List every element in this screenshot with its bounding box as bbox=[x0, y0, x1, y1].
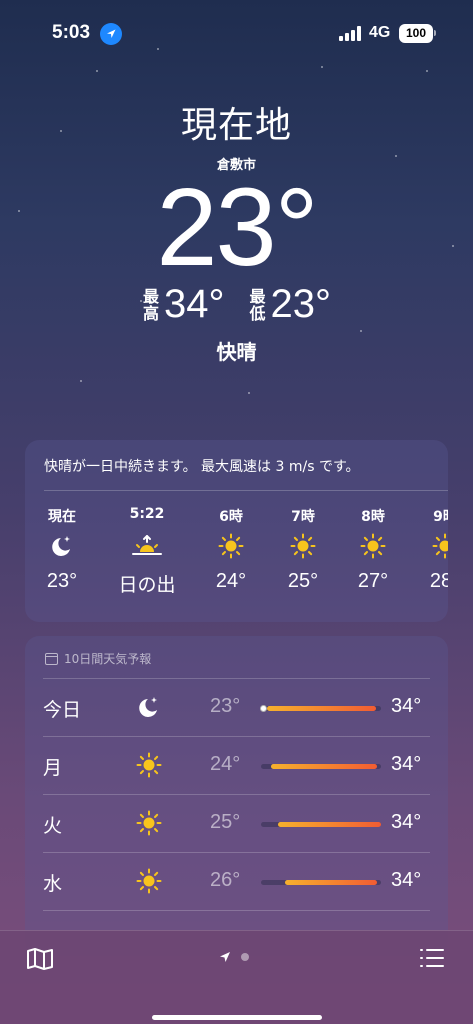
hour-label: 現在 bbox=[48, 509, 76, 525]
hour-label: 6時 bbox=[219, 509, 243, 525]
day-name: 水 bbox=[43, 873, 63, 895]
hourly-item: 8時 27° bbox=[337, 506, 409, 593]
cellular-signal-icon bbox=[339, 26, 363, 41]
sun-icon bbox=[133, 865, 165, 897]
temp-range-fill bbox=[267, 706, 377, 711]
high-temp-group: 最高 34° bbox=[142, 282, 225, 327]
hour-temp: 27° bbox=[357, 570, 389, 592]
map-icon[interactable] bbox=[26, 947, 54, 971]
hour-label: 8時 bbox=[361, 509, 385, 525]
home-indicator[interactable] bbox=[152, 1015, 322, 1020]
ten-day-title: 10日間天気予報 bbox=[64, 652, 152, 666]
current-temperature: 23° bbox=[156, 166, 318, 289]
hourly-forecast-card[interactable]: 快晴が一日中続きます。 最大風速は 3 m/s です。 現在 23° 5:22 … bbox=[25, 440, 448, 622]
day-name: 火 bbox=[43, 815, 63, 837]
sun-icon bbox=[133, 807, 165, 839]
hour-label: 7時 bbox=[291, 509, 315, 525]
moon-star-icon bbox=[133, 691, 165, 723]
ten-day-header: 10日間天気予報 bbox=[45, 650, 151, 667]
day-low-temp: 26° bbox=[210, 869, 241, 891]
day-name: 今日 bbox=[43, 699, 82, 721]
page-dot bbox=[241, 953, 249, 961]
list-icon[interactable] bbox=[419, 947, 445, 969]
weather-condition: 快晴 bbox=[216, 340, 257, 364]
calendar-icon bbox=[45, 652, 58, 665]
high-temperature: 34° bbox=[164, 282, 225, 326]
hourly-item: 6時 24° bbox=[195, 506, 267, 593]
hour-temp: 23° bbox=[46, 570, 78, 592]
daily-row[interactable]: 水 26° 34° bbox=[25, 853, 448, 911]
battery-cap bbox=[434, 30, 436, 36]
row-divider bbox=[43, 910, 430, 911]
day-high-temp: 34° bbox=[391, 753, 422, 775]
hour-temp: 25° bbox=[287, 570, 319, 592]
hour-temp: 日の出 bbox=[118, 574, 176, 596]
temp-range-fill bbox=[270, 764, 378, 769]
battery-icon: 100 bbox=[399, 24, 433, 43]
day-low-temp: 24° bbox=[210, 753, 241, 775]
day-name: 月 bbox=[43, 757, 63, 779]
hourly-item: 7時 25° bbox=[267, 506, 339, 593]
high-label: 最高 bbox=[142, 286, 159, 323]
temp-range-bar bbox=[261, 764, 381, 769]
bottom-toolbar bbox=[0, 930, 473, 1024]
hour-label: 5:22 bbox=[129, 506, 165, 522]
day-high-temp: 34° bbox=[391, 811, 422, 833]
daily-row[interactable]: 今日 23° 34° bbox=[25, 679, 448, 737]
hour-label: 9時 bbox=[433, 509, 448, 525]
temp-range-bar bbox=[260, 705, 381, 712]
hourly-item: 9時 28° bbox=[409, 506, 448, 593]
temp-range-fill bbox=[277, 822, 381, 827]
temp-range-bar bbox=[261, 822, 381, 827]
status-time: 5:03 bbox=[52, 22, 91, 43]
daily-row[interactable]: 火 25° 34° bbox=[25, 795, 448, 853]
current-weather-header: 現在地 倉敷市 23° 最高 34° 最低 23° 快晴 bbox=[0, 96, 473, 364]
status-bar: 5:03 4G 100 bbox=[0, 22, 473, 48]
hour-temp: 28° bbox=[429, 570, 448, 592]
forecast-summary: 快晴が一日中続きます。 最大風速は 3 m/s です。 bbox=[44, 459, 360, 475]
sun-icon bbox=[337, 526, 409, 566]
day-high-temp: 34° bbox=[391, 869, 422, 891]
sun-icon bbox=[409, 526, 448, 566]
sunrise-icon bbox=[111, 526, 183, 566]
network-type: 4G bbox=[369, 24, 391, 41]
location-arrow-icon bbox=[100, 23, 122, 45]
moon-star-icon bbox=[26, 526, 98, 566]
sun-icon bbox=[133, 749, 165, 781]
ten-day-forecast-card[interactable]: 10日間天気予報 今日 23° 34° 月 24° 34° 火 25° 34° … bbox=[25, 636, 448, 956]
location-name: 現在地 bbox=[180, 105, 292, 146]
low-label: 最低 bbox=[249, 286, 266, 323]
low-temperature: 23° bbox=[270, 282, 332, 326]
sun-icon bbox=[195, 526, 267, 566]
sun-icon bbox=[267, 526, 339, 566]
hourly-item: 現在 23° bbox=[26, 506, 98, 593]
day-low-temp: 23° bbox=[210, 695, 241, 717]
current-temp-dot bbox=[260, 705, 268, 712]
hourly-item: 5:22 日の出 bbox=[111, 506, 183, 597]
day-low-temp: 25° bbox=[210, 811, 241, 833]
hour-temp: 24° bbox=[215, 570, 247, 592]
low-temp-group: 最低 23° bbox=[249, 282, 332, 327]
day-high-temp: 34° bbox=[391, 695, 422, 717]
card-divider bbox=[44, 490, 448, 491]
temp-range-fill bbox=[285, 880, 378, 885]
location-arrow-icon bbox=[220, 952, 230, 962]
high-low-row: 最高 34° 最低 23° bbox=[0, 282, 473, 327]
temp-range-bar bbox=[261, 880, 381, 885]
page-indicator[interactable] bbox=[219, 951, 249, 963]
daily-row[interactable]: 月 24° 34° bbox=[25, 737, 448, 795]
